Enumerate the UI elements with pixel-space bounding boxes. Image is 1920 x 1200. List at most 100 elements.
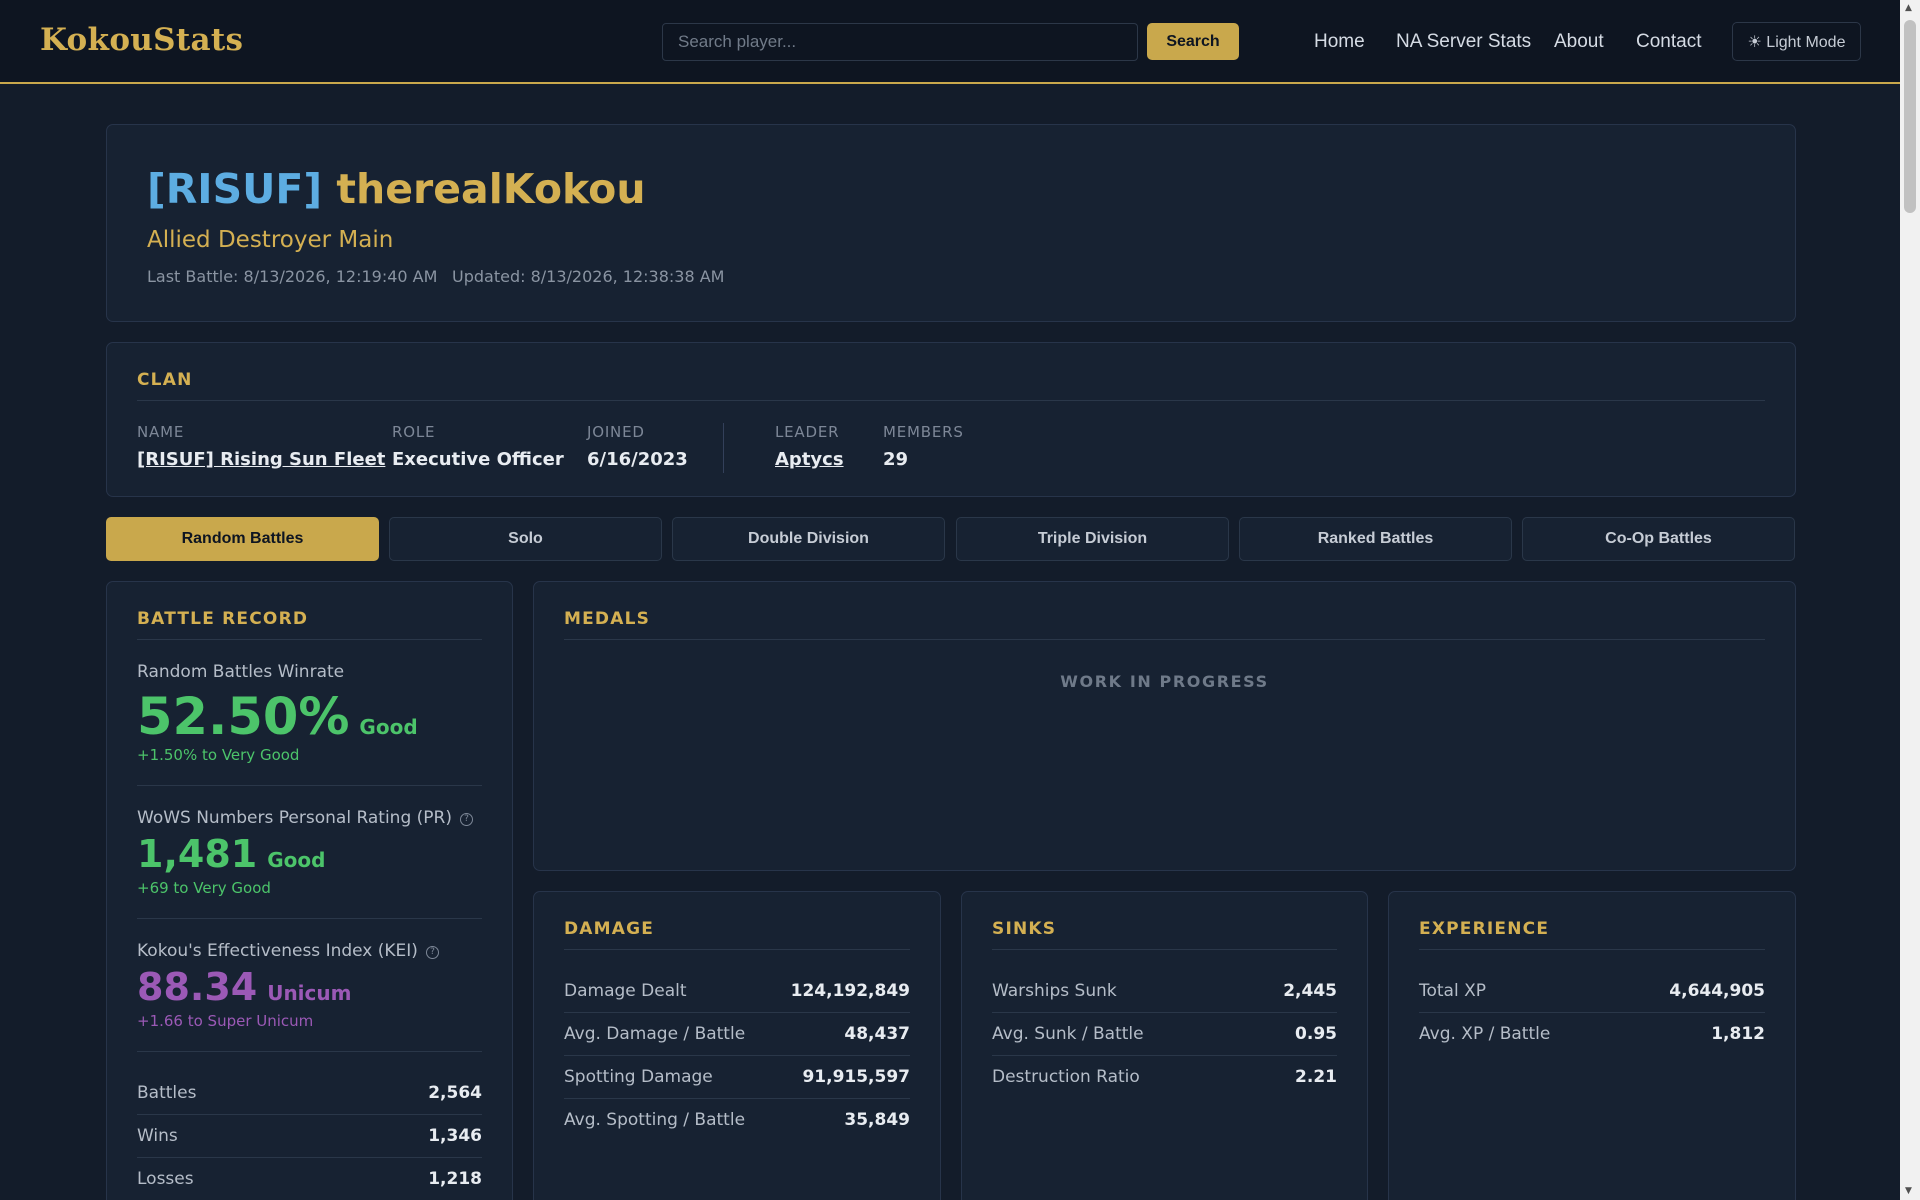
stat-divider <box>137 785 482 786</box>
player-profile-card: [RISUF] therealKokou Allied Destroyer Ma… <box>106 124 1796 322</box>
warships-sunk-value: 2,445 <box>1283 981 1337 1001</box>
top-navbar: KokouStats Search Home NA Server Stats A… <box>0 0 1900 84</box>
row-divider <box>137 1157 482 1158</box>
kei-rating: Unicum <box>267 981 352 1005</box>
avg-damage-value: 48,437 <box>844 1024 910 1044</box>
winrate-block: 52.50% Good <box>137 688 418 747</box>
battles-label: Battles <box>137 1083 197 1103</box>
last-battle-timestamp: Last Battle: 8/13/2026, 12:19:40 AM <box>147 267 438 286</box>
player-search-input[interactable] <box>662 23 1138 61</box>
nav-na-server-stats-link[interactable]: NA Server Stats <box>1396 31 1531 53</box>
clan-role-label: ROLE <box>392 423 436 441</box>
battles-value: 2,564 <box>428 1083 482 1103</box>
experience-card: EXPERIENCE Total XP 4,644,905 Avg. XP / … <box>1388 891 1796 1200</box>
clan-members-value: 29 <box>883 449 909 470</box>
nav-home-link[interactable]: Home <box>1314 31 1365 53</box>
nav-contact-link[interactable]: Contact <box>1636 31 1701 53</box>
section-divider <box>564 949 910 950</box>
total-xp-value: 4,644,905 <box>1669 981 1765 1001</box>
tab-double-division[interactable]: Double Division <box>672 517 945 561</box>
avg-sunk-value: 0.95 <box>1295 1024 1337 1044</box>
avg-xp-label: Avg. XP / Battle <box>1419 1024 1551 1044</box>
pr-label-row: WoWS Numbers Personal Rating (PR)? <box>137 808 473 828</box>
destruction-ratio-label: Destruction Ratio <box>992 1067 1140 1087</box>
spotting-damage-label: Spotting Damage <box>564 1067 713 1087</box>
row-divider <box>992 1012 1337 1013</box>
light-mode-toggle-button[interactable]: ☀ Light Mode <box>1732 22 1861 61</box>
row-divider <box>564 1012 910 1013</box>
scroll-up-arrow-icon[interactable]: ▲ <box>1905 4 1912 13</box>
sinks-card: SINKS Warships Sunk 2,445 Avg. Sunk / Ba… <box>961 891 1368 1200</box>
tab-random-battles[interactable]: Random Battles <box>106 517 379 561</box>
sinks-title: SINKS <box>992 919 1057 939</box>
row-divider <box>1419 1012 1765 1013</box>
clan-section-title: CLAN <box>137 370 193 390</box>
pr-rating: Good <box>267 848 326 872</box>
stat-divider <box>137 1051 482 1052</box>
section-divider <box>137 400 1765 401</box>
nav-about-link[interactable]: About <box>1554 31 1604 53</box>
battle-record-card: BATTLE RECORD Random Battles Winrate 52.… <box>106 581 513 1200</box>
tab-solo[interactable]: Solo <box>389 517 662 561</box>
damage-dealt-value: 124,192,849 <box>790 981 910 1001</box>
clan-members-label: MEMBERS <box>883 423 964 441</box>
battle-record-title: BATTLE RECORD <box>137 609 309 629</box>
kei-value: 88.34 <box>137 965 258 1009</box>
kei-next-tier: +1.66 to Super Unicum <box>137 1012 314 1030</box>
wins-value: 1,346 <box>428 1126 482 1146</box>
section-divider <box>992 949 1337 950</box>
kei-label-row: Kokou's Effectiveness Index (KEI)? <box>137 941 439 961</box>
kei-block: 88.34 Unicum <box>137 965 351 1009</box>
pr-label: WoWS Numbers Personal Rating (PR) <box>137 808 452 828</box>
scrollbar-thumb[interactable] <box>1904 20 1916 213</box>
player-clan-tag: [RISUF] <box>147 165 323 213</box>
row-divider <box>992 1055 1337 1056</box>
search-button[interactable]: Search <box>1147 23 1239 60</box>
winrate-label: Random Battles Winrate <box>137 662 345 682</box>
medals-card: MEDALS WORK IN PROGRESS <box>533 581 1796 871</box>
clan-leader-link[interactable]: Aptycs <box>775 449 844 470</box>
help-icon[interactable]: ? <box>425 946 439 959</box>
losses-label: Losses <box>137 1169 194 1189</box>
winrate-value: 52.50% <box>137 688 350 747</box>
row-divider <box>137 1114 482 1115</box>
damage-card: DAMAGE Damage Dealt 124,192,849 Avg. Dam… <box>533 891 941 1200</box>
site-logo[interactable]: KokouStats <box>40 22 243 58</box>
tab-ranked-battles[interactable]: Ranked Battles <box>1239 517 1512 561</box>
scroll-down-arrow-icon[interactable]: ▼ <box>1905 1187 1912 1196</box>
spotting-damage-value: 91,915,597 <box>802 1067 910 1087</box>
warships-sunk-label: Warships Sunk <box>992 981 1117 1001</box>
page-scrollbar[interactable]: ▲ ▼ <box>1900 0 1920 1200</box>
row-divider <box>564 1055 910 1056</box>
player-title: [RISUF] therealKokou <box>147 165 646 213</box>
stat-divider <box>137 918 482 919</box>
clan-leader-label: LEADER <box>775 423 840 441</box>
tab-co-op-battles[interactable]: Co-Op Battles <box>1522 517 1795 561</box>
clan-joined-label: JOINED <box>587 423 645 441</box>
clan-joined-value: 6/16/2023 <box>587 449 688 470</box>
kei-label: Kokou's Effectiveness Index (KEI) <box>137 941 418 961</box>
avg-sunk-label: Avg. Sunk / Battle <box>992 1024 1144 1044</box>
section-divider <box>564 639 1765 640</box>
wins-label: Wins <box>137 1126 178 1146</box>
player-subtitle: Allied Destroyer Main <box>147 227 394 253</box>
experience-title: EXPERIENCE <box>1419 919 1550 939</box>
tab-triple-division[interactable]: Triple Division <box>956 517 1229 561</box>
section-divider <box>1419 949 1765 950</box>
clan-card: CLAN NAME [RISUF] Rising Sun Fleet ROLE … <box>106 342 1796 497</box>
avg-xp-value: 1,812 <box>1711 1024 1765 1044</box>
pr-block: 1,481 Good <box>137 832 325 876</box>
avg-damage-label: Avg. Damage / Battle <box>564 1024 746 1044</box>
player-name: therealKokou <box>336 165 646 213</box>
damage-title: DAMAGE <box>564 919 655 939</box>
damage-dealt-label: Damage Dealt <box>564 981 687 1001</box>
clan-name-label: NAME <box>137 423 185 441</box>
winrate-next-tier: +1.50% to Very Good <box>137 746 300 764</box>
losses-value: 1,218 <box>428 1169 482 1189</box>
avg-spotting-label: Avg. Spotting / Battle <box>564 1110 746 1130</box>
destruction-ratio-value: 2.21 <box>1295 1067 1337 1087</box>
total-xp-label: Total XP <box>1419 981 1487 1001</box>
help-icon[interactable]: ? <box>459 813 473 826</box>
row-divider <box>564 1098 910 1099</box>
clan-name-link[interactable]: [RISUF] Rising Sun Fleet <box>137 449 385 470</box>
